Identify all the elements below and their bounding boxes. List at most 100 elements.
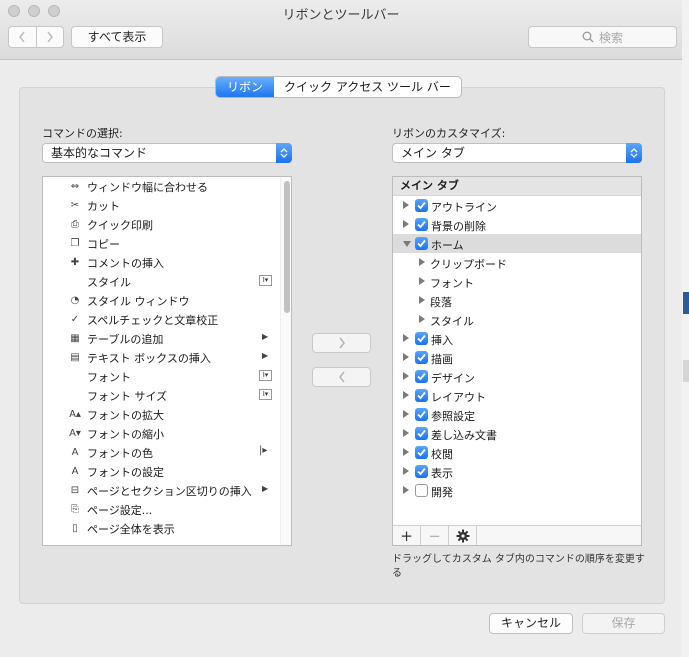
tab-visible-checkbox[interactable] [415, 237, 428, 250]
disclosure-closed-icon[interactable] [403, 220, 409, 228]
disclosure-closed-icon[interactable] [419, 315, 425, 323]
save-button[interactable]: 保存 [582, 613, 665, 634]
tab-visible-checkbox[interactable] [415, 408, 428, 421]
command-list-item[interactable]: A▾ フォントの縮小 [43, 424, 279, 443]
command-label: コメントの挿入 [87, 257, 164, 270]
command-list-item[interactable]: ❐ コピー [43, 234, 279, 253]
disclosure-open-icon[interactable] [403, 241, 411, 247]
ribbon-tree-item[interactable]: 段落 [393, 291, 641, 310]
ribbon-tree-item[interactable]: スタイル [393, 310, 641, 329]
command-list-item[interactable]: フォント I▾ [43, 367, 279, 386]
command-list-item[interactable]: ▦ テーブルの追加 ▶ [43, 329, 279, 348]
tree-item-label: レイアウト [431, 391, 486, 404]
command-label: ページ設定... [87, 504, 153, 517]
ribbon-tabs-dropdown[interactable]: メイン タブ [392, 143, 642, 163]
disclosure-closed-icon[interactable] [419, 258, 425, 266]
ribbon-tree-item[interactable]: レイアウト [393, 386, 641, 405]
settings-gear-button[interactable] [449, 526, 477, 545]
ribbon-tree-item[interactable]: 参照設定 [393, 405, 641, 424]
command-list-item[interactable]: ⎘ ページ設定... [43, 500, 279, 519]
add-tab-button[interactable]: + [393, 526, 421, 545]
tab-visible-checkbox[interactable] [415, 218, 428, 231]
tree-item-label: 描画 [431, 353, 453, 366]
tab-quick-access-toolbar[interactable]: クイック アクセス ツール バー [274, 77, 461, 97]
ribbon-tree-item[interactable]: フォント [393, 272, 641, 291]
page-view-icon: ▯ [72, 523, 78, 534]
command-list-item[interactable]: A フォントの設定 [43, 462, 279, 481]
disclosure-closed-icon[interactable] [403, 334, 409, 342]
ribbon-tree-item[interactable]: 開発 [393, 481, 641, 500]
command-list-item[interactable]: スタイル I▾ [43, 272, 279, 291]
back-button[interactable] [9, 27, 36, 47]
disclosure-closed-icon[interactable] [403, 391, 409, 399]
command-list-item[interactable]: ▯ ページ全体を表示 [43, 519, 279, 538]
disclosure-closed-icon[interactable] [403, 372, 409, 380]
cancel-button[interactable]: キャンセル [489, 613, 573, 634]
remove-from-ribbon-button[interactable] [312, 367, 371, 387]
show-all-button[interactable]: すべて表示 [71, 26, 163, 48]
command-list-item[interactable]: ⎙ クイック印刷 [43, 215, 279, 234]
command-list-item[interactable]: ⋯ [43, 538, 279, 545]
search-field[interactable]: 検索 [528, 26, 677, 48]
disclosure-closed-icon[interactable] [403, 467, 409, 475]
ribbon-tree-item[interactable]: 挿入 [393, 329, 641, 348]
command-list-item[interactable]: ✚ コメントの挿入 [43, 253, 279, 272]
remove-tab-button[interactable]: − [421, 526, 449, 545]
disclosure-closed-icon[interactable] [403, 486, 409, 494]
command-label: フォントの設定 [87, 466, 164, 479]
ribbon-tree[interactable]: メイン タブ アウトライン 背景の削除 ホーム クリップボード フォント 段落 スタイル 挿入… [392, 176, 642, 546]
command-list-item[interactable]: ◔ スタイル ウィンドウ [43, 291, 279, 310]
submenu-arrow-icon: ▶ [262, 351, 269, 360]
tab-visible-checkbox[interactable] [415, 446, 428, 459]
ribbon-tree-item[interactable]: 描画 [393, 348, 641, 367]
tab-visible-checkbox[interactable] [415, 351, 428, 364]
command-list[interactable]: ⇔ ウィンドウ幅に合わせる ✂ カット ⎙ クイック印刷 ❐ コピー ✚ コメントの挿入 スタイル I… [42, 176, 292, 546]
fit-width-icon: ⇔ [70, 181, 80, 192]
command-label: カット [87, 200, 120, 213]
disclosure-closed-icon[interactable] [403, 353, 409, 361]
disclosure-closed-icon[interactable] [403, 448, 409, 456]
printer-icon: ⎙ [71, 219, 79, 230]
ribbon-tree-item[interactable]: 背景の削除 [393, 215, 641, 234]
disclosure-closed-icon[interactable] [419, 296, 425, 304]
gear-icon [456, 529, 469, 542]
ribbon-tree-item[interactable]: アウトライン [393, 196, 641, 215]
command-list-item[interactable]: A▴ フォントの拡大 [43, 405, 279, 424]
tab-visible-checkbox[interactable] [415, 427, 428, 440]
forward-button[interactable] [35, 27, 64, 47]
scissors-icon: ✂ [70, 200, 80, 211]
tab-visible-checkbox[interactable] [415, 484, 428, 497]
command-label: スペルチェックと文章校正 [87, 314, 219, 327]
tree-item-label: 背景の削除 [431, 220, 486, 233]
tab-visible-checkbox[interactable] [415, 370, 428, 383]
tab-visible-checkbox[interactable] [415, 332, 428, 345]
ribbon-tree-item[interactable]: クリップボード [393, 253, 641, 272]
ribbon-tree-item[interactable]: ホーム [393, 234, 641, 253]
ribbon-tree-item[interactable]: 差し込み文書 [393, 424, 641, 443]
command-list-item[interactable]: A フォントの色 |▸ [43, 443, 279, 462]
command-list-item[interactable]: ✂ カット [43, 196, 279, 215]
command-list-item[interactable]: ✓ スペルチェックと文章校正 [43, 310, 279, 329]
ribbon-tree-item[interactable]: 校閲 [393, 443, 641, 462]
ribbon-tree-item[interactable]: デザイン [393, 367, 641, 386]
disclosure-closed-icon[interactable] [419, 277, 425, 285]
disclosure-closed-icon[interactable] [403, 410, 409, 418]
commands-category-dropdown[interactable]: 基本的なコマンド [42, 143, 292, 163]
tab-visible-checkbox[interactable] [415, 389, 428, 402]
command-list-scrollbar[interactable] [280, 177, 291, 545]
tab-ribbon[interactable]: リボン [216, 77, 275, 97]
tab-visible-checkbox[interactable] [415, 465, 428, 478]
command-list-item[interactable]: フォント サイズ I▾ [43, 386, 279, 405]
add-to-ribbon-button[interactable] [312, 333, 371, 353]
command-list-item[interactable]: ⇔ ウィンドウ幅に合わせる [43, 177, 279, 196]
scrollbar-thumb[interactable] [284, 181, 290, 313]
command-list-item[interactable]: ▤ テキスト ボックスの挿入 ▶ [43, 348, 279, 367]
tab-visible-checkbox[interactable] [415, 199, 428, 212]
ribbon-tree-item[interactable]: 表示 [393, 462, 641, 481]
command-label: フォント サイズ [87, 390, 168, 403]
disclosure-closed-icon[interactable] [403, 201, 409, 209]
command-list-item[interactable]: ⊟ ページとセクション区切りの挿入 ▶ [43, 481, 279, 500]
tree-item-label: フォント [430, 277, 474, 290]
checkmark-icon [417, 220, 426, 229]
disclosure-closed-icon[interactable] [403, 429, 409, 437]
